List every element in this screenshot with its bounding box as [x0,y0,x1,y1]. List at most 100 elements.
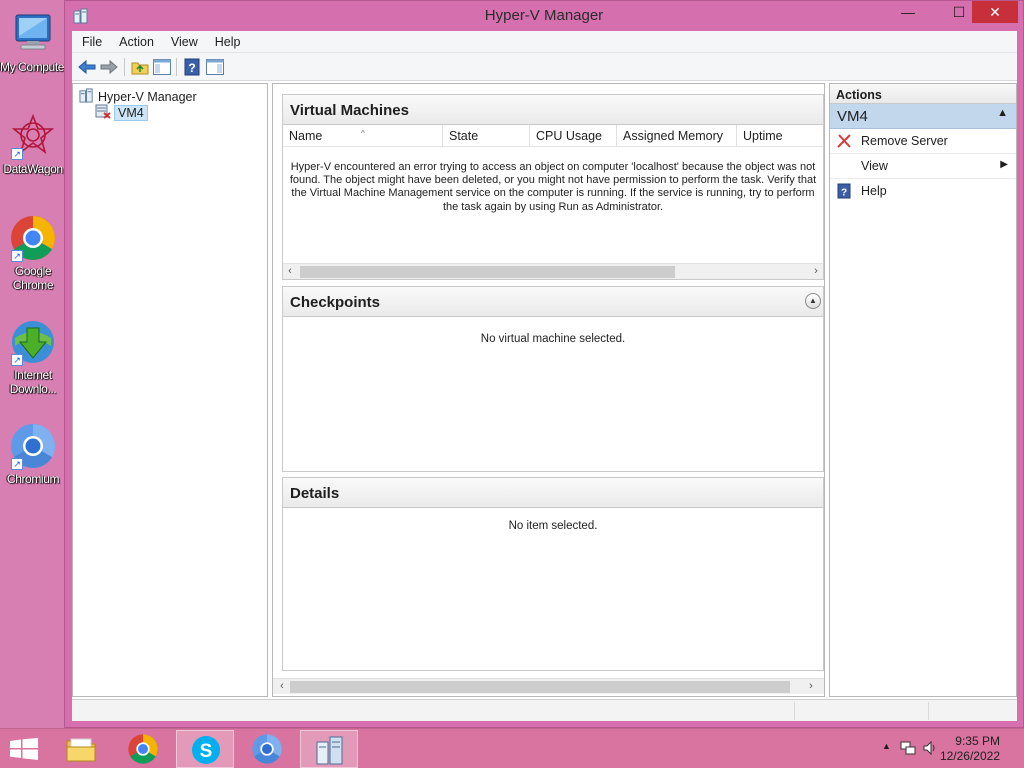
scroll-right-icon[interactable]: › [804,679,818,694]
scrollbar-thumb[interactable] [300,266,675,278]
action-label: Help [861,184,887,198]
network-icon[interactable] [900,740,916,759]
desktop-icon-chromium[interactable]: ↗ Chromium [0,422,66,486]
help-icon[interactable]: ? [182,57,202,77]
idm-icon: ↗ [9,318,57,366]
collapse-up-icon[interactable]: ▲ [805,293,821,309]
chrome-icon [128,734,158,764]
volume-icon[interactable] [922,740,938,759]
column-separator[interactable] [736,125,737,147]
windows-logo-icon [10,738,38,760]
show-hide-action-pane-icon[interactable] [205,57,225,77]
desktop-icon-google-chrome[interactable]: ↗ Google Chrome [0,214,66,292]
actions-pane: Actions VM4 ▲ Remove Server View ▶ ? Hel… [829,83,1017,697]
desktop-icon-label-line1: Internet [14,368,52,382]
help-icon: ? [836,183,852,199]
title-bar[interactable]: Hyper-V Manager — ☐ ✕ [65,1,1023,31]
vm-column-headers: ^ Name State CPU Usage Assigned Memory U… [283,125,823,147]
actions-group-vm4[interactable]: VM4 ▲ [830,104,1016,129]
start-button[interactable] [10,738,38,763]
details-section: Details No item selected. [282,477,824,671]
taskbar-chrome[interactable] [114,730,172,768]
checkpoints-header: Checkpoints ▲ [283,287,823,317]
column-header-state[interactable]: State [449,129,478,143]
scrollbar-thumb[interactable] [290,681,790,693]
file-explorer-icon [66,738,96,762]
column-separator[interactable] [442,125,443,147]
desktop-icon-datawagon[interactable]: ↗ DataWagon [0,112,66,176]
minimize-button[interactable]: — [893,1,923,23]
shortcut-arrow-icon: ↗ [11,458,23,470]
desktop-icon-internet-downloader[interactable]: ↗ Internet Downlo... [0,318,66,396]
show-hidden-icons-icon[interactable]: ▲ [882,741,891,751]
clock-date: 12/26/2022 [939,749,1000,763]
clock[interactable]: 9:35 PM 12/26/2022 [940,734,1000,764]
hyper-v-manager-icon [316,736,343,765]
up-folder-icon[interactable] [130,57,150,77]
tree-node-vm4[interactable]: VM4 [95,104,148,122]
menu-help[interactable]: Help [205,31,248,49]
column-header-assigned-memory[interactable]: Assigned Memory [623,129,723,143]
details-header: Details [283,478,823,508]
vm-error-message: Hyper-V encountered an error trying to a… [289,161,817,213]
taskbar-file-explorer[interactable] [52,730,110,768]
server-error-icon [95,104,111,122]
column-separator[interactable] [529,125,530,147]
taskbar-skype[interactable]: S [176,730,234,768]
virtual-machines-section: Virtual Machines ^ Name State CPU Usage … [282,94,824,280]
shortcut-arrow-icon: ↗ [11,250,23,262]
svg-text:?: ? [841,188,847,199]
action-remove-server[interactable]: Remove Server [830,129,1016,154]
tree-node-label: Hyper-V Manager [98,90,197,104]
status-bar [72,699,1017,721]
column-header-name[interactable]: Name [289,129,322,143]
actions-group-label: VM4 [837,108,868,125]
chromium-icon: ↗ [9,422,57,470]
action-help[interactable]: ? Help [830,179,1016,204]
checkpoints-empty-message: No virtual machine selected. [480,333,626,345]
shortcut-arrow-icon: ↗ [11,148,23,160]
scroll-left-icon[interactable]: ‹ [283,264,297,279]
hyper-v-manager-icon [79,88,94,106]
details-empty-message: No item selected. [508,520,598,532]
collapse-caret-icon[interactable]: ▲ [997,107,1008,119]
menu-file[interactable]: File [72,31,109,49]
close-button[interactable]: ✕ [972,1,1018,23]
toolbar: ? [72,53,1017,81]
taskbar-hyper-v-manager[interactable] [300,730,358,768]
desktop-icon-label-line2: Downlo... [9,382,57,396]
action-view[interactable]: View ▶ [830,154,1016,179]
tree-node-label: VM4 [114,105,148,121]
chrome-icon: ↗ [9,214,57,262]
taskbar-chromium[interactable] [238,730,296,768]
console-tree-pane: Hyper-V Manager VM4 [72,83,268,697]
hyper-v-manager-window: Hyper-V Manager — ☐ ✕ File Action View Help [64,0,1024,728]
actions-header: Actions [830,84,1016,104]
desktop-icon-label: My Computer [0,60,66,74]
center-pane: Virtual Machines ^ Name State CPU Usage … [272,83,825,697]
desktop-icon-my-computer[interactable]: My Computer [0,10,66,74]
maximize-button[interactable]: ☐ [944,1,974,23]
svg-text:?: ? [188,61,195,75]
computer-icon [9,10,57,58]
column-header-uptime[interactable]: Uptime [743,129,783,143]
scroll-right-icon[interactable]: › [809,264,823,279]
shortcut-arrow-icon: ↗ [11,354,23,366]
desktop-icon-label-line1: Google [14,264,52,278]
menu-view[interactable]: View [161,31,205,49]
remove-x-icon [836,133,852,149]
column-separator[interactable] [616,125,617,147]
forward-arrow-icon[interactable] [99,57,119,77]
back-arrow-icon[interactable] [77,57,97,77]
column-header-cpu-usage[interactable]: CPU Usage [536,129,602,143]
desktop-icon-label: Chromium [6,472,60,486]
scroll-left-icon[interactable]: ‹ [275,679,289,694]
show-hide-console-tree-icon[interactable] [152,57,172,77]
taskbar: S ▲ 9:35 PM 12/26/2022 [0,728,1024,768]
datawagon-icon: ↗ [9,112,57,160]
vm-horizontal-scrollbar[interactable]: ‹ › [283,263,823,279]
center-horizontal-scrollbar[interactable]: ‹ › [273,678,824,694]
menu-action[interactable]: Action [109,31,161,49]
svg-text:S: S [200,741,213,762]
status-segment [794,702,795,720]
